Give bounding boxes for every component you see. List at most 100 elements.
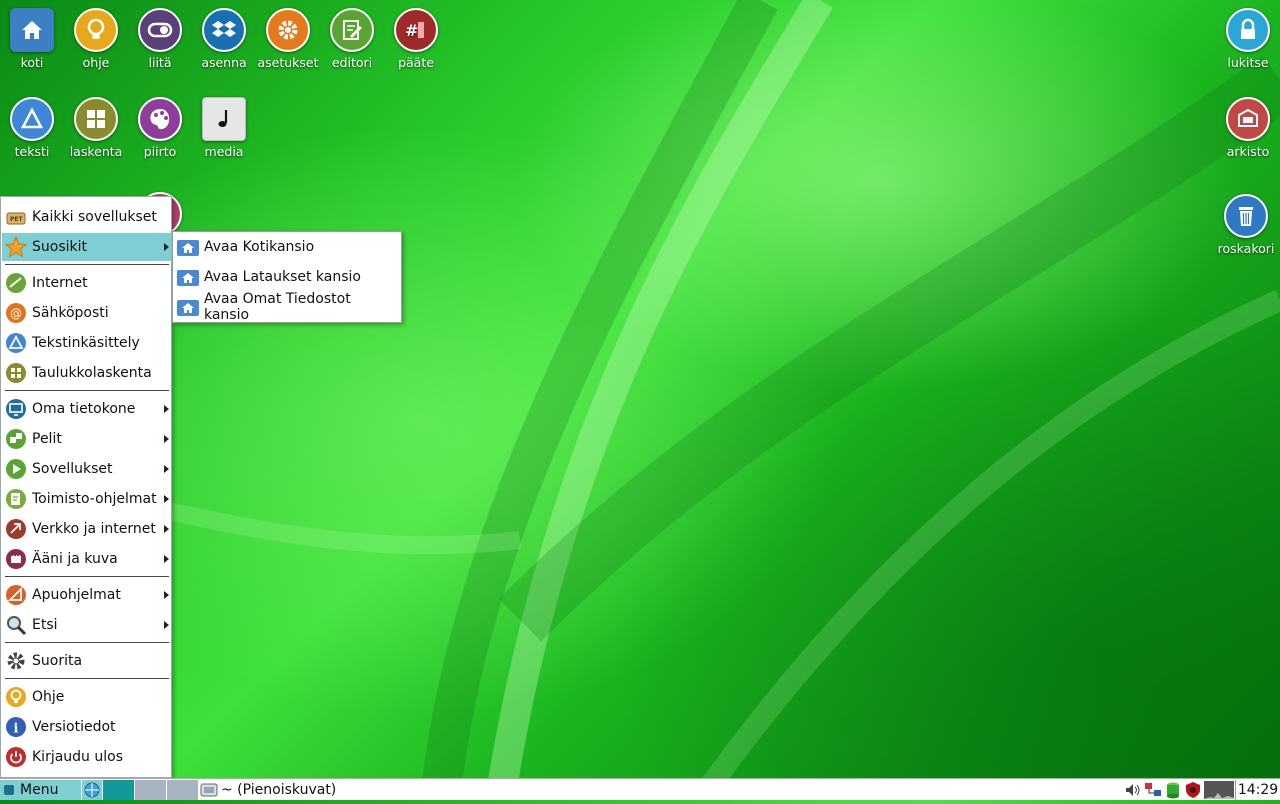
desktop-icon-roskakori[interactable]: roskakori [1212,194,1280,256]
quicklaunch-browser[interactable] [82,780,102,800]
menu-item-kaikki-sovellukset[interactable]: PET Kaikki sovellukset [2,203,172,231]
menu-item-toimisto-ohjelmat[interactable]: Toimisto-ohjelmat [2,485,172,513]
desktop-icon-asenna[interactable]: asenna [192,8,256,70]
menu-item-ohje[interactable]: Ohje [2,683,172,711]
desktop-icon-ohje[interactable]: ohje [64,8,128,70]
office-icon [4,487,28,511]
workspace-1[interactable] [103,780,134,800]
taskbar: Menu ~ (Pienoiskuvat) 14:29 [0,778,1280,800]
home-folder-icon [176,235,200,259]
spreadsheet-icon [4,361,28,385]
menu-item-etsi[interactable]: Etsi [2,611,172,639]
cpu-graph-icon[interactable] [1204,781,1234,799]
menu-item-internet[interactable]: Internet [2,269,172,297]
menu-item-label: Toimisto-ohjelmat [32,491,157,507]
menu-item-taulukkolaskenta[interactable]: Taulukkolaskenta [2,359,172,387]
firewall-icon[interactable] [1184,781,1202,799]
menu-item-label: Sähköposti [32,305,109,321]
lightbulb-icon [74,8,118,52]
submenu-arrow-icon [164,525,169,533]
menu-item-aani-ja-kuva[interactable]: Ääni ja kuva [2,545,172,573]
text-icon [10,97,54,141]
desktop-icon-lukitse[interactable]: lukitse [1216,8,1280,70]
archive-icon [1226,97,1270,141]
desktop-icon-editori[interactable]: editori [320,8,384,70]
menu-item-versiotiedot[interactable]: i Versiotiedot [2,713,172,741]
menu-item-oma-tietokone[interactable]: Oma tietokone [2,395,172,423]
desktop-icon-label: pääte [398,55,434,70]
menu-item-sahkoposti[interactable]: @ Sähköposti [2,299,172,327]
utilities-icon [4,583,28,607]
music-note-icon [202,97,246,141]
dice-icon [4,427,28,451]
calculator-icon [74,97,118,141]
desktop-icon-label: editori [331,55,373,70]
submenu-item-avaa-lataukset-kansio[interactable]: Avaa Lataukset kansio [174,263,400,291]
menu-separator [5,678,169,679]
submenu-arrow-icon [164,621,169,629]
desktop-icon-label: roskakori [1217,241,1275,256]
editor-icon [330,8,374,52]
submenu-arrow-icon [164,465,169,473]
desktop-icon-paate[interactable]: # pääte [384,8,448,70]
submenu-arrow-icon [164,495,169,503]
menu-item-suosikit[interactable]: Suosikit [2,233,172,261]
desktop-icon-label: laskenta [69,144,123,159]
menu-item-apuohjelmat[interactable]: Apuohjelmat [2,581,172,609]
desktop-icon-koti[interactable]: koti [0,8,64,70]
taskbar-window-button[interactable]: ~ (Pienoiskuvat) [200,780,336,800]
menu-item-pelit[interactable]: Pelit [2,425,172,453]
menu-item-sovellukset[interactable]: Sovellukset [2,455,172,483]
network-icon [4,517,28,541]
menu-button[interactable]: Menu [0,780,81,800]
power-icon [4,745,28,769]
desktop-icon-media[interactable]: media [192,97,256,159]
dropbox-icon [202,8,246,52]
desktop-icon-label: ohje [82,55,110,70]
submenu-item-label: Avaa Omat Tiedostot kansio [203,291,351,323]
desktop-icon-laskenta[interactable]: laskenta [64,97,128,159]
clock[interactable]: 14:29 [1235,780,1280,800]
desktop-icon-label: asetukset [257,55,319,70]
menu-item-verkko-ja-internet[interactable]: Verkko ja internet [2,515,172,543]
menu-logo-icon [4,785,14,795]
menu-item-suorita[interactable]: Suorita [2,647,172,675]
submenu-arrow-icon [164,591,169,599]
desktop-icon-label: teksti [14,144,50,159]
menu-separator [5,264,169,265]
storage-icon[interactable] [1164,781,1182,799]
desktop-icon-liita[interactable]: liitä [128,8,192,70]
menu-item-label: Ääni ja kuva [32,551,118,567]
workspace-3[interactable] [167,780,198,800]
submenu-item-avaa-kotikansio[interactable]: Avaa Kotikansio [174,233,400,261]
volume-icon[interactable] [1124,781,1142,799]
lock-icon [1226,8,1270,52]
menu-item-label: Suosikit [32,239,87,255]
workspace-2[interactable] [135,780,166,800]
menu-item-tekstinkasittely[interactable]: Tekstinkäsittely [2,329,172,357]
start-menu: PET Kaikki sovellukset Suosikit Internet… [0,196,172,778]
menu-item-label: Pelit [32,431,62,447]
desktop-icon-arkisto[interactable]: arkisto [1216,97,1280,159]
home-folder-icon [176,295,200,319]
menu-item-kirjaudu-ulos[interactable]: Kirjaudu ulos [2,743,172,771]
menu-item-label: Kirjaudu ulos [32,749,123,765]
menu-item-label: Oma tietokone [32,401,136,417]
desktop-icon-piirto[interactable]: piirto [128,97,192,159]
network-status-icon[interactable] [1144,781,1162,799]
submenu-item-avaa-omat-tiedostot-kansio[interactable]: Avaa Omat Tiedostot kansio [174,291,400,323]
menu-item-label: Apuohjelmat [32,587,121,603]
svg-text:#: # [405,21,418,40]
submenu-arrow-icon [164,555,169,563]
submenu-item-label: Avaa Kotikansio [204,239,315,255]
file-manager-icon [200,783,218,797]
media-icon [4,547,28,571]
terminal-icon: # [394,8,438,52]
submenu-arrow-icon [164,243,169,251]
toggle-icon [138,8,182,52]
desktop-icon-teksti[interactable]: teksti [0,97,64,159]
desktop-icon-asetukset[interactable]: asetukset [256,8,320,70]
gear-icon [4,649,28,673]
desktop-icon-label: media [204,144,244,159]
palette-icon [138,97,182,141]
